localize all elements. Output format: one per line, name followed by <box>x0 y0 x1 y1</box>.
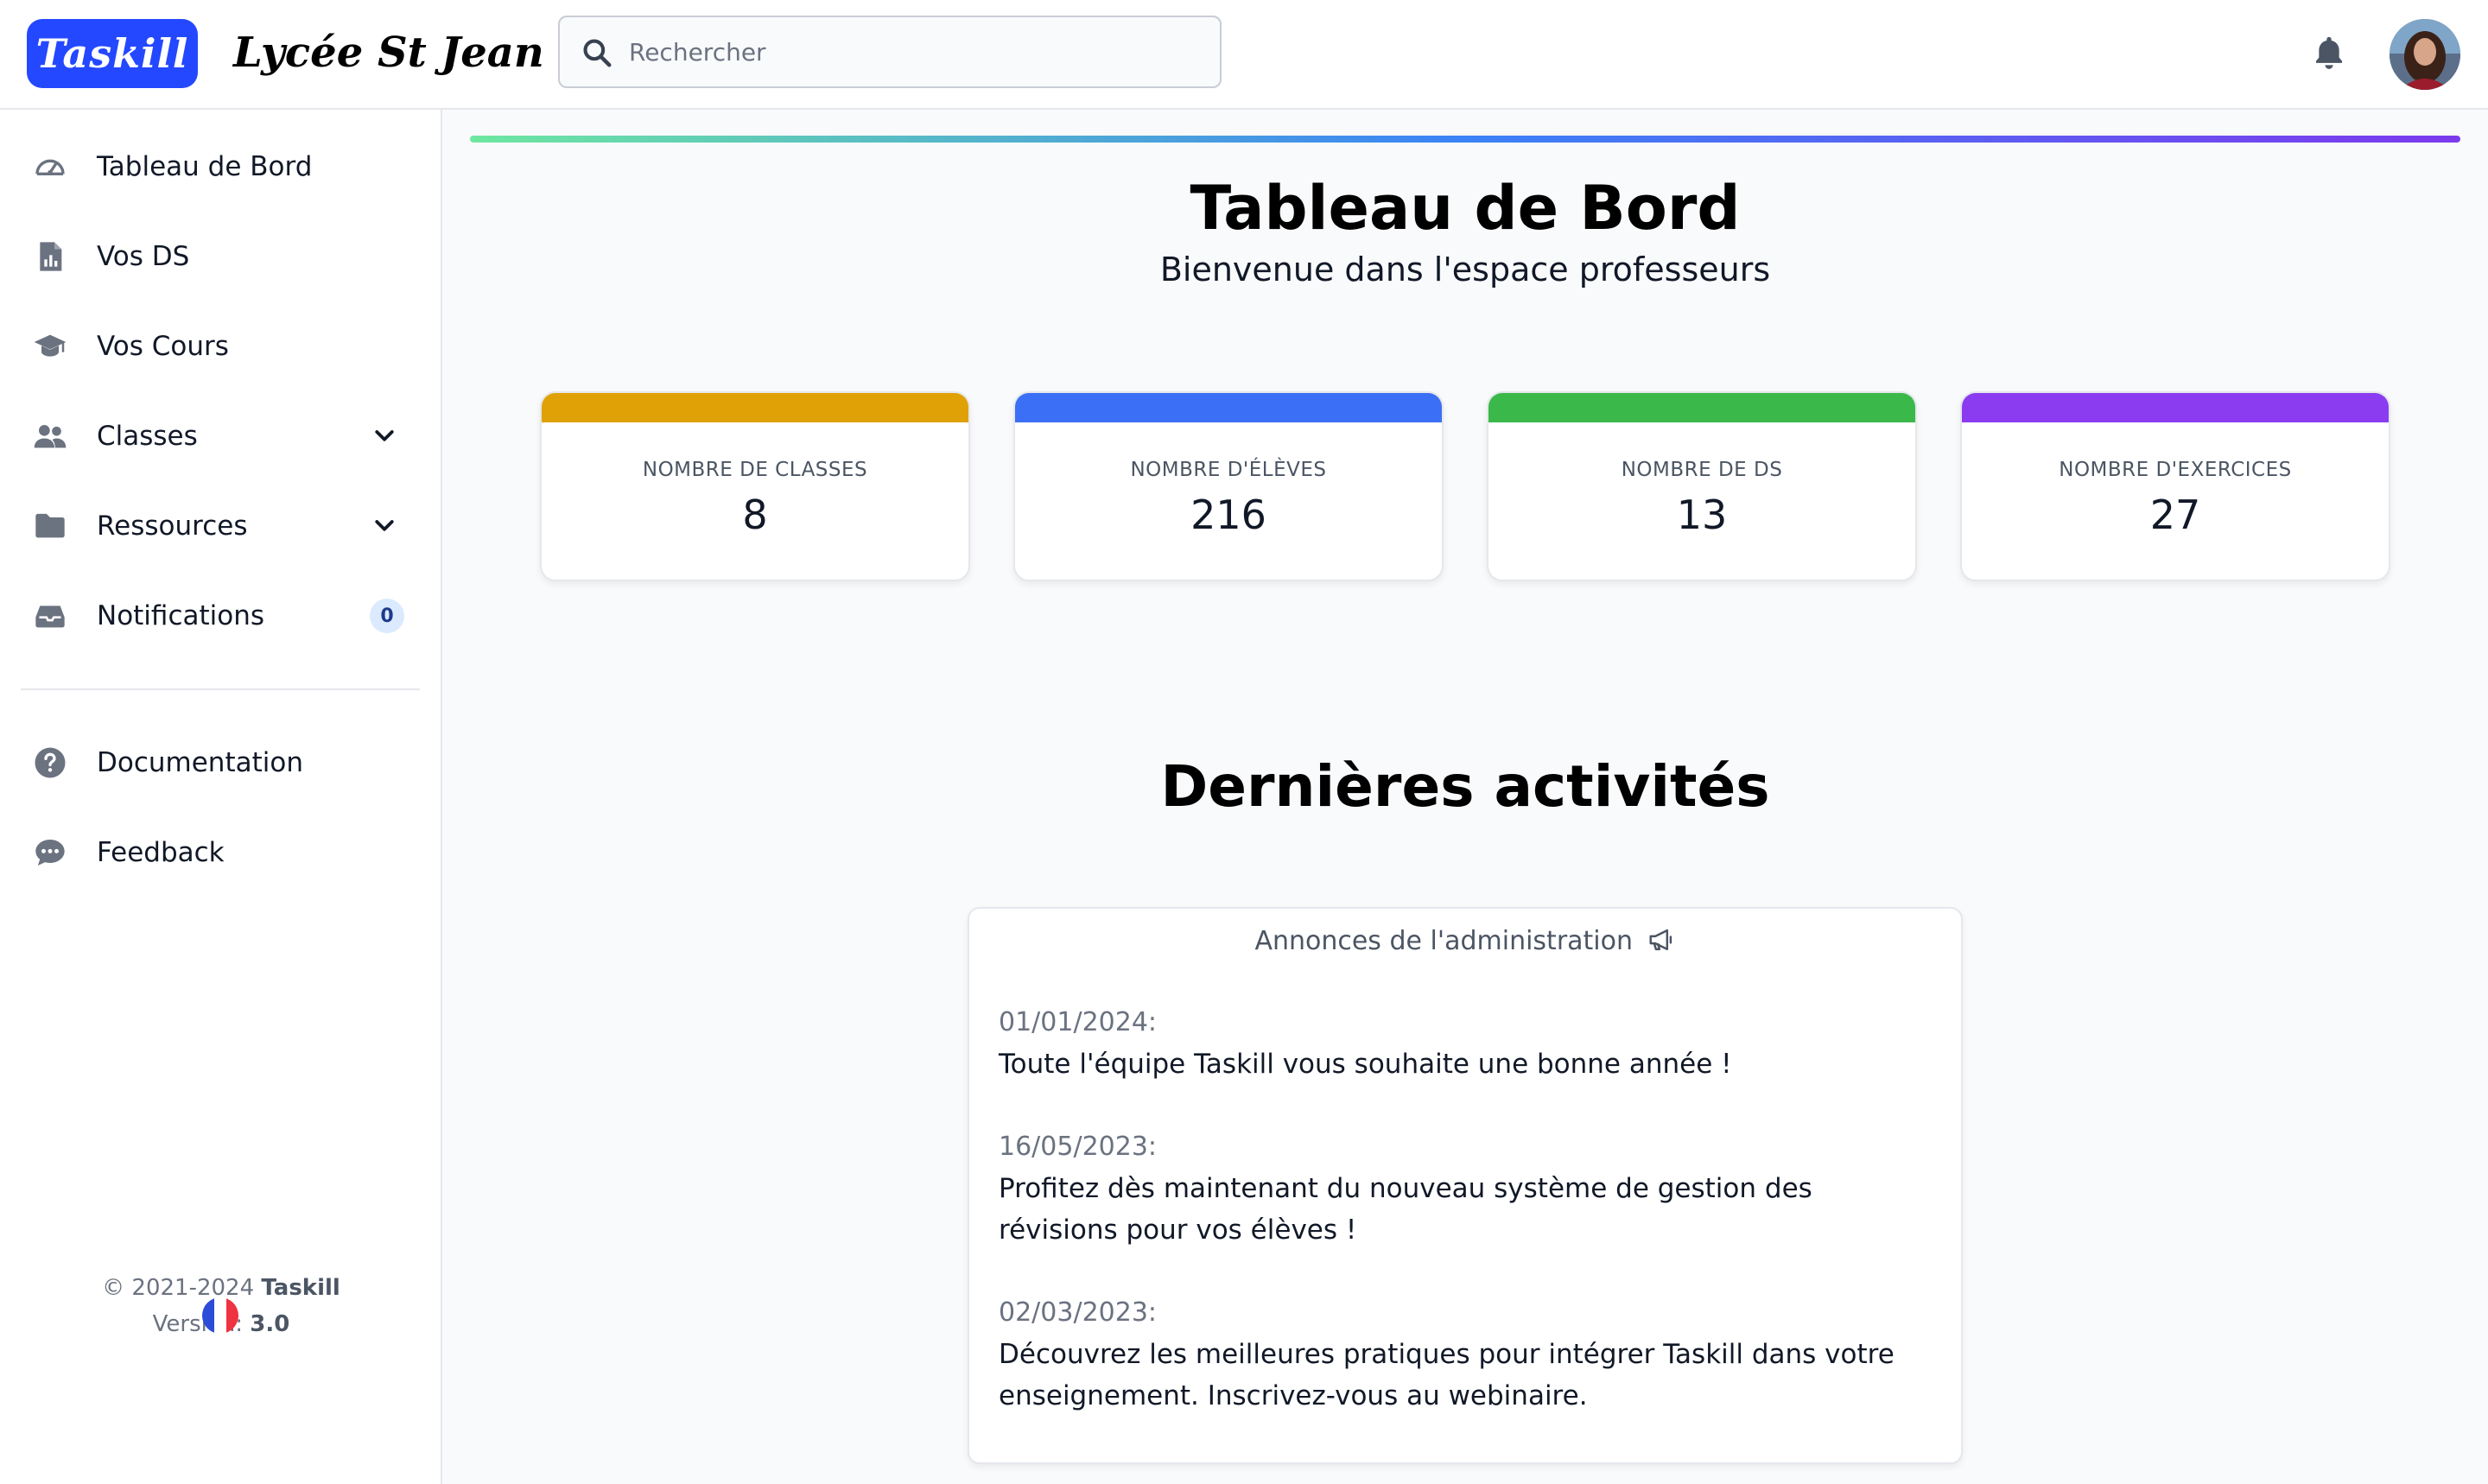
announcement-date: 01/01/2024: <box>999 1007 1158 1037</box>
sidebar-item-label: Feedback <box>97 837 225 868</box>
sidebar-item-vos-ds[interactable]: Vos DS <box>19 222 416 291</box>
folder-icon <box>35 513 65 538</box>
logo-text: Taskill <box>35 30 189 77</box>
stat-value: 27 <box>2149 491 2201 538</box>
stat-card-accent <box>1488 393 1915 422</box>
announcement-text: Profitez dès maintenant du nouveau systè… <box>999 1173 1812 1246</box>
section-title: Dernières activités <box>1160 753 1770 820</box>
announcement-text: Toute l'équipe Taskill vous souhaite une… <box>999 1049 1732 1080</box>
sidebar-item-label: Documentation <box>97 747 303 778</box>
search-box[interactable] <box>558 16 1222 88</box>
sidebar-item-label: Notifications <box>97 600 265 631</box>
stat-label: NOMBRE D'EXERCICES <box>2059 459 2292 481</box>
copyright-brand: Taskill <box>261 1275 340 1301</box>
school-name: Lycée St Jean <box>233 29 544 77</box>
announcement-date: 02/03/2023: <box>999 1297 1158 1328</box>
stat-card-ds: NOMBRE DE DS 13 <box>1487 391 1917 581</box>
stat-value: 8 <box>742 491 768 538</box>
user-avatar[interactable] <box>2390 19 2460 90</box>
megaphone-icon <box>1649 929 1672 951</box>
header-gradient-bar <box>470 136 2460 143</box>
search-input[interactable] <box>629 26 1199 78</box>
chevron-down-icon[interactable] <box>371 423 397 449</box>
bell-icon[interactable] <box>2312 35 2346 73</box>
stat-label: NOMBRE DE CLASSES <box>642 459 868 481</box>
stat-label: NOMBRE DE DS <box>1621 459 1783 481</box>
announcement-item: 16/05/2023: Profitez dès maintenant du n… <box>999 1126 1932 1251</box>
sidebar: Tableau de Bord Vos DS Vos Cours Classes <box>0 110 442 1484</box>
notification-count-badge: 0 <box>370 599 404 633</box>
sidebar-item-ressources[interactable]: Ressources <box>19 491 416 561</box>
announcement-item: 01/01/2024: Toute l'équipe Taskill vous … <box>999 1002 1932 1085</box>
announcements-heading-text: Annonces de l'administration <box>1254 926 1634 956</box>
stat-label: NOMBRE D'ÉLÈVES <box>1130 459 1327 481</box>
question-circle-icon <box>35 747 66 778</box>
sidebar-divider <box>21 688 420 690</box>
sidebar-item-feedback[interactable]: Feedback <box>19 818 416 887</box>
comment-dots-icon <box>35 840 65 866</box>
stat-value: 216 <box>1190 491 1266 538</box>
announcement-date: 16/05/2023: <box>999 1132 1158 1162</box>
stat-card-eleves: NOMBRE D'ÉLÈVES 216 <box>1013 391 1444 581</box>
stat-value: 13 <box>1676 491 1728 538</box>
copyright-symbol: © <box>102 1275 125 1301</box>
inbox-icon <box>35 606 65 628</box>
sidebar-item-vos-cours[interactable]: Vos Cours <box>19 312 416 381</box>
stat-card-accent <box>542 393 968 422</box>
search-icon <box>583 39 612 67</box>
sidebar-item-label: Vos Cours <box>97 331 229 362</box>
sidebar-item-label: Ressources <box>97 511 248 542</box>
announcements-heading: Annonces de l'administration <box>969 926 1961 956</box>
gauge-icon <box>35 159 65 175</box>
sidebar-item-label: Tableau de Bord <box>97 151 313 182</box>
stat-card-accent <box>1015 393 1442 422</box>
page-subtitle: Bienvenue dans l'espace professeurs <box>1159 251 1771 289</box>
top-header: Taskill Lycée St Jean <box>0 0 2488 110</box>
sidebar-item-label: Vos DS <box>97 241 190 272</box>
french-flag-icon[interactable] <box>202 1297 238 1334</box>
announcement-item: 02/03/2023: Découvrez les meilleures pra… <box>999 1292 1932 1417</box>
chevron-down-icon[interactable] <box>371 513 397 539</box>
sidebar-item-documentation[interactable]: Documentation <box>19 728 416 797</box>
version-number: 3.0 <box>250 1311 290 1337</box>
stat-card-accent <box>1962 393 2389 422</box>
announcements-card: Annonces de l'administration 01/01/2024:… <box>968 907 1963 1464</box>
file-chart-icon <box>40 242 62 271</box>
stat-card-classes: NOMBRE DE CLASSES 8 <box>540 391 970 581</box>
sidebar-item-label: Classes <box>97 421 198 452</box>
copyright-years: 2021-2024 <box>131 1275 255 1301</box>
sidebar-item-notifications[interactable]: Notifications 0 <box>19 581 416 650</box>
graduation-cap-icon <box>34 334 67 357</box>
users-icon <box>34 425 67 448</box>
sidebar-item-tableau-de-bord[interactable]: Tableau de Bord <box>19 132 416 201</box>
stat-card-exercices: NOMBRE D'EXERCICES 27 <box>1960 391 2390 581</box>
page-title: Tableau de Bord <box>1190 173 1741 244</box>
announcement-text: Découvrez les meilleures pratiques pour … <box>999 1339 1895 1411</box>
taskill-logo[interactable]: Taskill <box>27 19 198 88</box>
sidebar-item-classes[interactable]: Classes <box>19 402 416 471</box>
